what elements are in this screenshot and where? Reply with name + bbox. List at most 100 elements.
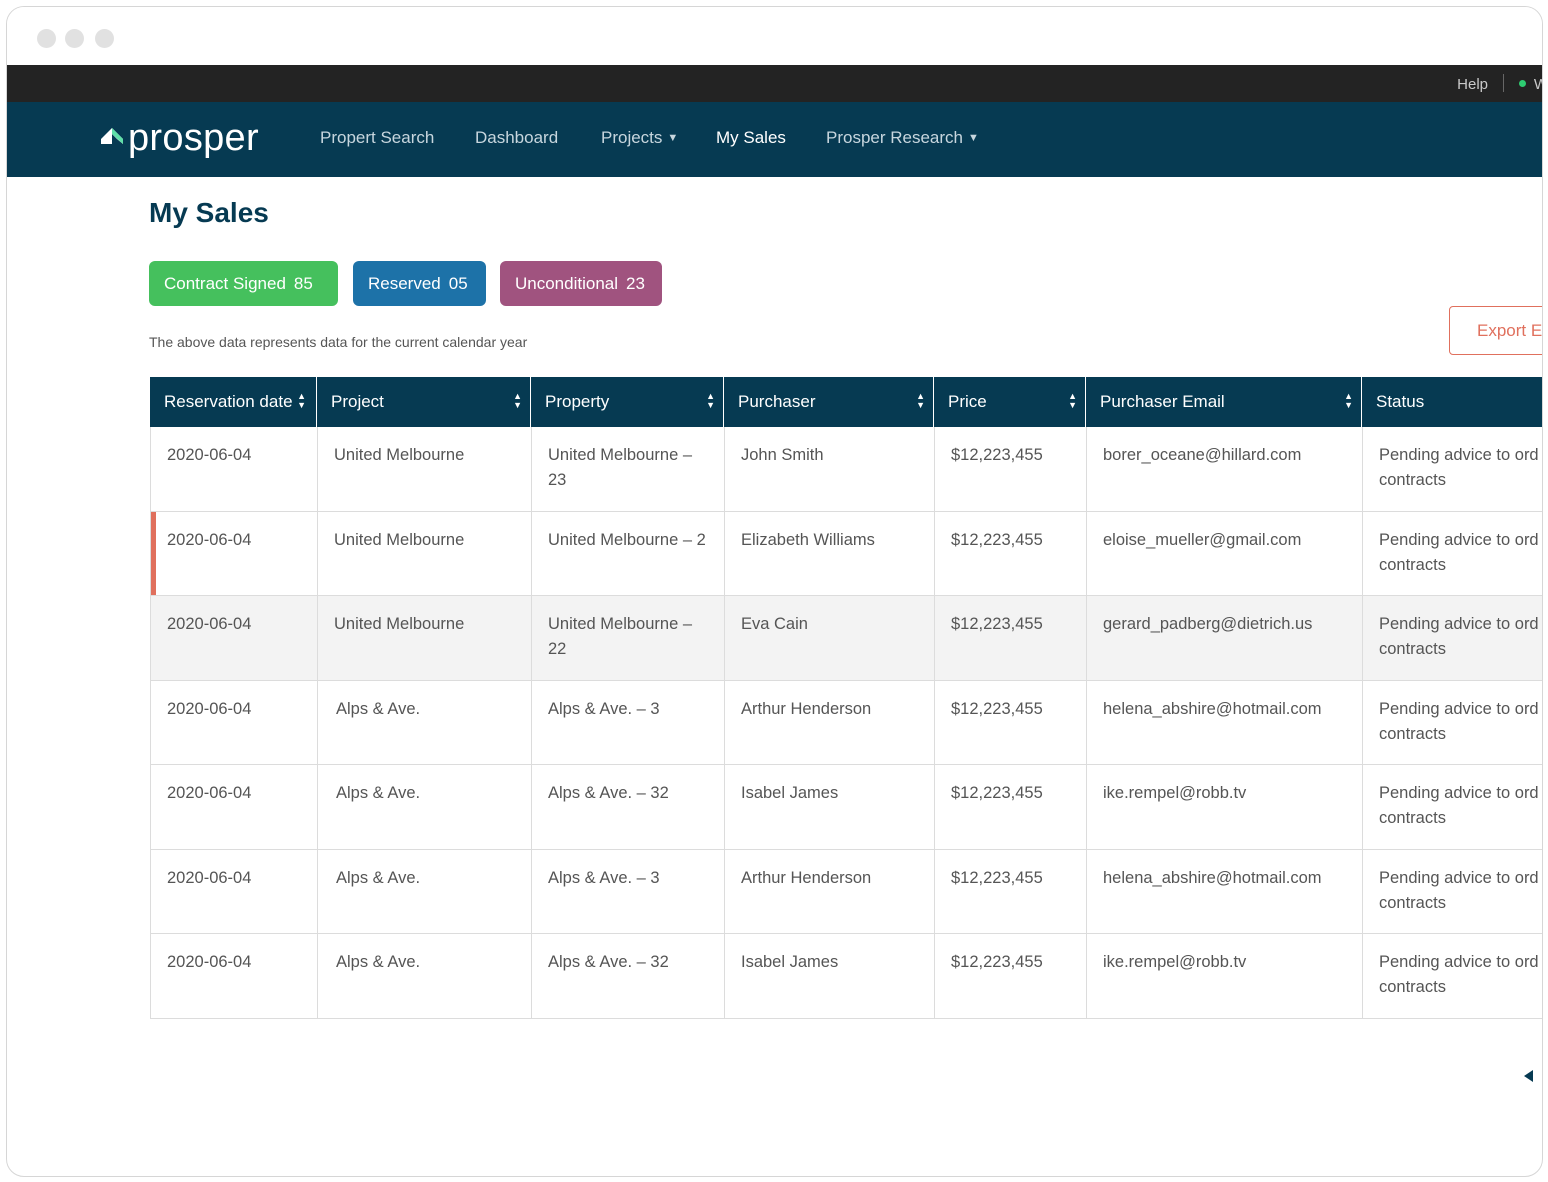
status-line: contracts <box>1379 893 1446 912</box>
main-content: My Sales Contract Signed 85 Reserved 05 … <box>7 177 1542 1176</box>
column-header-label: Price <box>948 392 987 411</box>
table-row[interactable]: 2020-06-04 Alps & Ave. Alps & Ave. – 3 Arth… <box>151 849 1542 934</box>
table-header: Reservation date ▲ ▼ Project ▲ ▼ Property ▲ ▼ Pur… <box>150 377 1542 427</box>
cell-reservation-date: 2020-06-04 <box>151 511 318 595</box>
status-line: Pending advice to ord <box>1379 530 1539 549</box>
status-line: contracts <box>1379 555 1446 574</box>
column-header-purchaser-email[interactable]: Purchaser Email ▲ ▼ <box>1086 377 1362 427</box>
sort-arrows-icon[interactable]: ▲ ▼ <box>1344 392 1353 410</box>
status-line: contracts <box>1379 471 1446 489</box>
nav-item-label: Propert Search <box>320 128 435 147</box>
cell-purchaser-email: borer_oceane@hillard.com <box>1087 427 1363 511</box>
status-line: Pending advice to ord <box>1379 784 1539 802</box>
column-header-label: Purchaser <box>738 392 816 411</box>
cell-status: Pending advice to ord contracts <box>1363 427 1542 511</box>
cell-purchaser-email: helena_abshire@hotmail.com <box>1087 680 1363 764</box>
cell-purchaser-email: gerard_padberg@dietrich.us <box>1087 596 1363 680</box>
cell-status: Pending advice to ord contracts <box>1363 934 1542 1018</box>
cell-status: Pending advice to ord contracts <box>1363 765 1542 849</box>
sort-arrows-icon[interactable]: ▲ ▼ <box>513 392 522 410</box>
cell-price: $12,223,455 <box>935 849 1087 933</box>
column-header-label: Purchaser Email <box>1100 392 1225 411</box>
table-row[interactable]: 2020-06-04 United Melbourne United Melbour… <box>151 596 1542 681</box>
nav-item-prosper-research[interactable]: Prosper Research ▼ <box>826 128 979 148</box>
column-header-status[interactable]: Status <box>1362 377 1542 427</box>
caret-down-icon: ▼ <box>667 132 679 144</box>
cell-project: Alps & Ave. <box>318 765 532 849</box>
window-close-dot[interactable] <box>37 29 56 48</box>
table-row[interactable]: 2020-06-04 United Melbourne United Melbour… <box>151 511 1542 596</box>
cell-project: Alps & Ave. <box>318 680 532 764</box>
badge-label: Reserved <box>368 273 441 293</box>
export-button[interactable]: Export E <box>1449 306 1542 355</box>
column-header-reservation-date[interactable]: Reservation date ▲ ▼ <box>150 377 317 427</box>
cell-reservation-date: 2020-06-04 <box>151 849 318 933</box>
nav-item-projects[interactable]: Projects ▼ <box>601 128 678 148</box>
column-header-project[interactable]: Project ▲ ▼ <box>317 377 531 427</box>
sort-arrows-icon[interactable]: ▲ ▼ <box>1068 392 1077 410</box>
nav-item-label: Dashboard <box>475 128 559 147</box>
cell-project: Alps & Ave. <box>318 934 532 1018</box>
column-header-label: Project <box>331 392 384 411</box>
table-row[interactable]: 2020-06-04 Alps & Ave. Alps & Ave. – 3 Arth… <box>151 680 1542 765</box>
window-maximize-dot[interactable] <box>95 29 114 48</box>
unconditional-filter[interactable]: Unconditional 23 <box>500 261 662 306</box>
cell-property: United Melbourne – 23 <box>532 427 725 511</box>
window-chrome <box>7 7 1542 65</box>
status-line: contracts <box>1379 809 1446 827</box>
table-row[interactable]: 2020-06-04 United Melbourne United Melbour… <box>151 427 1542 512</box>
status-line: contracts <box>1379 978 1446 996</box>
column-header-purchaser[interactable]: Purchaser ▲ ▼ <box>724 377 934 427</box>
help-link[interactable]: Help <box>1457 76 1488 93</box>
caret-down-icon: ▼ <box>968 132 979 144</box>
cell-price: $12,223,455 <box>935 765 1087 849</box>
cell-purchaser: Arthur Henderson <box>725 849 935 933</box>
cell-purchaser: Isabel James <box>725 934 935 1018</box>
sort-arrows-icon[interactable]: ▲ ▼ <box>706 392 715 410</box>
column-header-label: Property <box>545 392 610 411</box>
cell-property: Alps & Ave. – 32 <box>532 934 725 1018</box>
cell-purchaser: Eva Cain <box>725 596 935 680</box>
badge-label: Unconditional <box>515 273 619 293</box>
nav-item-dashboard[interactable]: Dashboard <box>475 128 558 148</box>
chevron-left-icon[interactable] <box>1524 1070 1533 1082</box>
column-header-price[interactable]: Price ▲ ▼ <box>934 377 1086 427</box>
reserved-filter[interactable]: Reserved 05 <box>353 261 486 306</box>
sales-table: Reservation date ▲ ▼ Project ▲ ▼ Property ▲ ▼ Pur… <box>150 377 1542 1019</box>
column-header-property[interactable]: Property ▲ ▼ <box>531 377 724 427</box>
nav-item-label: Projects <box>601 128 663 147</box>
window-minimize-dot[interactable] <box>65 29 84 48</box>
cell-price: $12,223,455 <box>935 511 1087 595</box>
user-menu[interactable]: W <box>1534 76 1542 93</box>
cell-purchaser: Isabel James <box>725 765 935 849</box>
nav-item-my-sales[interactable]: My Sales <box>716 128 786 148</box>
cell-purchaser: Arthur Henderson <box>725 680 935 764</box>
cell-purchaser-email: eloise_mueller@gmail.com <box>1087 511 1363 595</box>
data-scope-note: The above data represents data for the c… <box>149 334 528 350</box>
page-title: My Sales <box>149 197 269 228</box>
nav-item-propert-search[interactable]: Propert Search <box>320 128 434 148</box>
badge-count: 85 <box>293 273 313 293</box>
cell-price: $12,223,455 <box>935 934 1087 1018</box>
cell-price: $12,223,455 <box>935 680 1087 764</box>
house-roof-icon <box>101 128 123 144</box>
table-row[interactable]: 2020-06-04 Alps & Ave. Alps & Ave. – 32 Isa… <box>151 765 1542 850</box>
cell-property: Alps & Ave. – 3 <box>532 680 725 764</box>
table-row[interactable]: 2020-06-04 Alps & Ave. Alps & Ave. – 32 Isa… <box>151 934 1542 1019</box>
cell-property: Alps & Ave. – 32 <box>532 765 725 849</box>
cell-status: Pending advice to ord contracts <box>1363 681 1542 765</box>
cell-project: Alps & Ave. <box>318 849 532 933</box>
cell-status: Pending advice to ord contracts <box>1363 850 1542 934</box>
cell-reservation-date: 2020-06-04 <box>151 427 318 511</box>
contract-signed-filter[interactable]: Contract Signed 85 <box>149 261 338 306</box>
status-line: contracts <box>1379 724 1446 743</box>
sort-arrows-icon[interactable]: ▲ ▼ <box>916 392 925 410</box>
cell-price: $12,223,455 <box>935 596 1087 680</box>
table-body: 2020-06-04 United Melbourne United Melbour… <box>150 427 1542 1019</box>
status-line: Pending advice to ord <box>1379 699 1539 718</box>
cell-price: $12,223,455 <box>935 427 1087 511</box>
cell-project: United Melbourne <box>318 511 532 595</box>
brand-logo[interactable]: prosper <box>99 116 259 160</box>
sort-arrows-icon[interactable]: ▲ ▼ <box>297 392 306 410</box>
browser-window: Help W prosper Propert Search Dashboard Pr… <box>6 6 1543 1177</box>
